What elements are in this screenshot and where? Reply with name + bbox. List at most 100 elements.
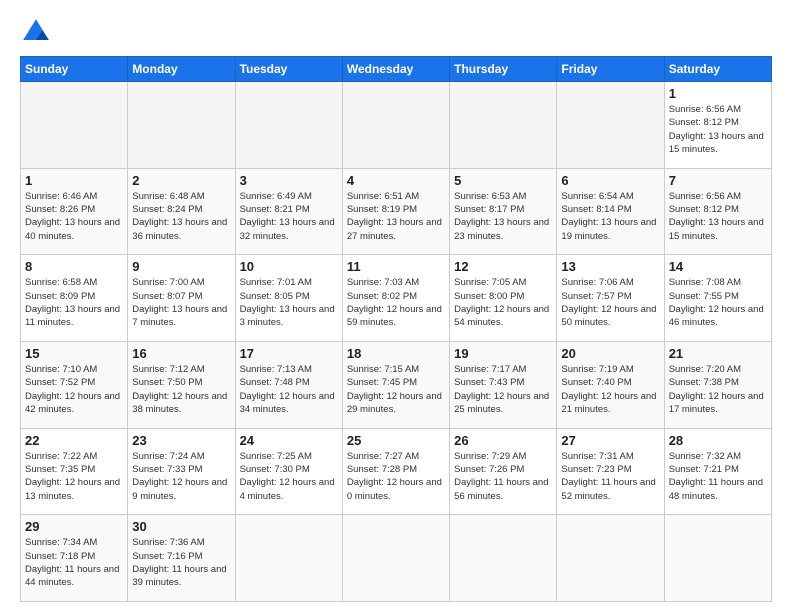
day-number: 22 [25, 433, 123, 448]
calendar-cell [450, 515, 557, 602]
day-number: 6 [561, 173, 659, 188]
day-of-week-header: Friday [557, 57, 664, 82]
calendar-cell: 8Sunrise: 6:58 AMSunset: 8:09 PMDaylight… [21, 255, 128, 342]
day-number: 23 [132, 433, 230, 448]
day-info: Sunrise: 7:13 AMSunset: 7:48 PMDaylight:… [240, 363, 338, 416]
calendar-cell: 15Sunrise: 7:10 AMSunset: 7:52 PMDayligh… [21, 341, 128, 428]
day-info: Sunrise: 7:15 AMSunset: 7:45 PMDaylight:… [347, 363, 445, 416]
day-of-week-header: Saturday [664, 57, 771, 82]
calendar-cell: 30 Sunrise: 7:36 AMSunset: 7:16 PMDayligh… [128, 515, 235, 602]
day-info: Sunrise: 7:19 AMSunset: 7:40 PMDaylight:… [561, 363, 659, 416]
day-info: Sunrise: 7:01 AMSunset: 8:05 PMDaylight:… [240, 276, 338, 329]
day-info: Sunrise: 7:32 AMSunset: 7:21 PMDaylight:… [669, 450, 767, 503]
day-info: Sunrise: 7:17 AMSunset: 7:43 PMDaylight:… [454, 363, 552, 416]
day-info: Sunrise: 7:25 AMSunset: 7:30 PMDaylight:… [240, 450, 338, 503]
day-number: 12 [454, 259, 552, 274]
calendar-cell: 24 Sunrise: 7:25 AMSunset: 7:30 PMDayligh… [235, 428, 342, 515]
day-number: 9 [132, 259, 230, 274]
day-info: Sunrise: 7:20 AMSunset: 7:38 PMDaylight:… [669, 363, 767, 416]
calendar-cell: 1Sunrise: 6:56 AMSunset: 8:12 PMDaylight… [664, 82, 771, 169]
day-number: 30 [132, 519, 230, 534]
calendar-cell: 6 Sunrise: 6:54 AMSunset: 8:14 PMDaylight… [557, 168, 664, 255]
calendar-cell: 4 Sunrise: 6:51 AMSunset: 8:19 PMDaylight… [342, 168, 449, 255]
day-of-week-header: Thursday [450, 57, 557, 82]
calendar-cell [235, 515, 342, 602]
calendar-cell: 3 Sunrise: 6:49 AMSunset: 8:21 PMDaylight… [235, 168, 342, 255]
calendar-cell: 13 Sunrise: 7:06 AMSunset: 7:57 PMDayligh… [557, 255, 664, 342]
day-number: 28 [669, 433, 767, 448]
day-of-week-header: Tuesday [235, 57, 342, 82]
week-row: 8Sunrise: 6:58 AMSunset: 8:09 PMDaylight… [21, 255, 772, 342]
calendar-cell: 26 Sunrise: 7:29 AMSunset: 7:26 PMDayligh… [450, 428, 557, 515]
calendar-cell: 25 Sunrise: 7:27 AMSunset: 7:28 PMDayligh… [342, 428, 449, 515]
calendar-cell: 22 Sunrise: 7:22 AMSunset: 7:35 PMDayligh… [21, 428, 128, 515]
day-info: Sunrise: 6:46 AMSunset: 8:26 PMDaylight:… [25, 190, 123, 243]
day-number: 18 [347, 346, 445, 361]
calendar-cell: 9 Sunrise: 7:00 AMSunset: 8:07 PMDaylight… [128, 255, 235, 342]
day-number: 14 [669, 259, 767, 274]
day-info: Sunrise: 7:05 AMSunset: 8:00 PMDaylight:… [454, 276, 552, 329]
day-number: 7 [669, 173, 767, 188]
day-number: 11 [347, 259, 445, 274]
calendar-cell: 14 Sunrise: 7:08 AMSunset: 7:55 PMDayligh… [664, 255, 771, 342]
day-number: 27 [561, 433, 659, 448]
day-info: Sunrise: 7:36 AMSunset: 7:16 PMDaylight:… [132, 536, 230, 589]
day-info: Sunrise: 7:08 AMSunset: 7:55 PMDaylight:… [669, 276, 767, 329]
calendar-cell [128, 82, 235, 169]
day-info: Sunrise: 7:03 AMSunset: 8:02 PMDaylight:… [347, 276, 445, 329]
day-number: 25 [347, 433, 445, 448]
day-info: Sunrise: 6:56 AMSunset: 8:12 PMDaylight:… [669, 190, 767, 243]
logo-icon [20, 16, 52, 48]
calendar-cell: 17Sunrise: 7:13 AMSunset: 7:48 PMDayligh… [235, 341, 342, 428]
calendar-cell [557, 82, 664, 169]
calendar-cell: 7 Sunrise: 6:56 AMSunset: 8:12 PMDaylight… [664, 168, 771, 255]
calendar-cell: 20 Sunrise: 7:19 AMSunset: 7:40 PMDayligh… [557, 341, 664, 428]
calendar: SundayMondayTuesdayWednesdayThursdayFrid… [20, 56, 772, 602]
calendar-cell [235, 82, 342, 169]
day-number: 2 [132, 173, 230, 188]
week-row: 1Sunrise: 6:46 AMSunset: 8:26 PMDaylight… [21, 168, 772, 255]
day-info: Sunrise: 6:51 AMSunset: 8:19 PMDaylight:… [347, 190, 445, 243]
day-info: Sunrise: 6:53 AMSunset: 8:17 PMDaylight:… [454, 190, 552, 243]
day-info: Sunrise: 6:49 AMSunset: 8:21 PMDaylight:… [240, 190, 338, 243]
day-info: Sunrise: 7:12 AMSunset: 7:50 PMDaylight:… [132, 363, 230, 416]
day-info: Sunrise: 7:22 AMSunset: 7:35 PMDaylight:… [25, 450, 123, 503]
day-info: Sunrise: 7:31 AMSunset: 7:23 PMDaylight:… [561, 450, 659, 503]
day-of-week-header: Sunday [21, 57, 128, 82]
calendar-cell [450, 82, 557, 169]
day-info: Sunrise: 7:06 AMSunset: 7:57 PMDaylight:… [561, 276, 659, 329]
week-row: 22 Sunrise: 7:22 AMSunset: 7:35 PMDayligh… [21, 428, 772, 515]
day-info: Sunrise: 7:34 AMSunset: 7:18 PMDaylight:… [25, 536, 123, 589]
calendar-cell: 21Sunrise: 7:20 AMSunset: 7:38 PMDayligh… [664, 341, 771, 428]
day-number: 10 [240, 259, 338, 274]
day-number: 24 [240, 433, 338, 448]
day-info: Sunrise: 6:54 AMSunset: 8:14 PMDaylight:… [561, 190, 659, 243]
day-info: Sunrise: 7:29 AMSunset: 7:26 PMDaylight:… [454, 450, 552, 503]
day-info: Sunrise: 6:48 AMSunset: 8:24 PMDaylight:… [132, 190, 230, 243]
day-info: Sunrise: 7:24 AMSunset: 7:33 PMDaylight:… [132, 450, 230, 503]
day-info: Sunrise: 7:27 AMSunset: 7:28 PMDaylight:… [347, 450, 445, 503]
calendar-cell [557, 515, 664, 602]
calendar-cell: 18 Sunrise: 7:15 AMSunset: 7:45 PMDayligh… [342, 341, 449, 428]
calendar-cell: 10 Sunrise: 7:01 AMSunset: 8:05 PMDayligh… [235, 255, 342, 342]
logo [20, 16, 56, 48]
calendar-cell: 23 Sunrise: 7:24 AMSunset: 7:33 PMDayligh… [128, 428, 235, 515]
day-number: 20 [561, 346, 659, 361]
calendar-cell: 19Sunrise: 7:17 AMSunset: 7:43 PMDayligh… [450, 341, 557, 428]
day-info: Sunrise: 7:00 AMSunset: 8:07 PMDaylight:… [132, 276, 230, 329]
day-number: 26 [454, 433, 552, 448]
calendar-cell: 27 Sunrise: 7:31 AMSunset: 7:23 PMDayligh… [557, 428, 664, 515]
calendar-cell: 12 Sunrise: 7:05 AMSunset: 8:00 PMDayligh… [450, 255, 557, 342]
calendar-cell: 5Sunrise: 6:53 AMSunset: 8:17 PMDaylight… [450, 168, 557, 255]
page: SundayMondayTuesdayWednesdayThursdayFrid… [0, 0, 792, 612]
day-number: 8 [25, 259, 123, 274]
day-number: 3 [240, 173, 338, 188]
header-row: SundayMondayTuesdayWednesdayThursdayFrid… [21, 57, 772, 82]
day-of-week-header: Wednesday [342, 57, 449, 82]
day-of-week-header: Monday [128, 57, 235, 82]
day-number: 29 [25, 519, 123, 534]
day-info: Sunrise: 7:10 AMSunset: 7:52 PMDaylight:… [25, 363, 123, 416]
day-number: 13 [561, 259, 659, 274]
day-number: 4 [347, 173, 445, 188]
calendar-cell: 11 Sunrise: 7:03 AMSunset: 8:02 PMDayligh… [342, 255, 449, 342]
